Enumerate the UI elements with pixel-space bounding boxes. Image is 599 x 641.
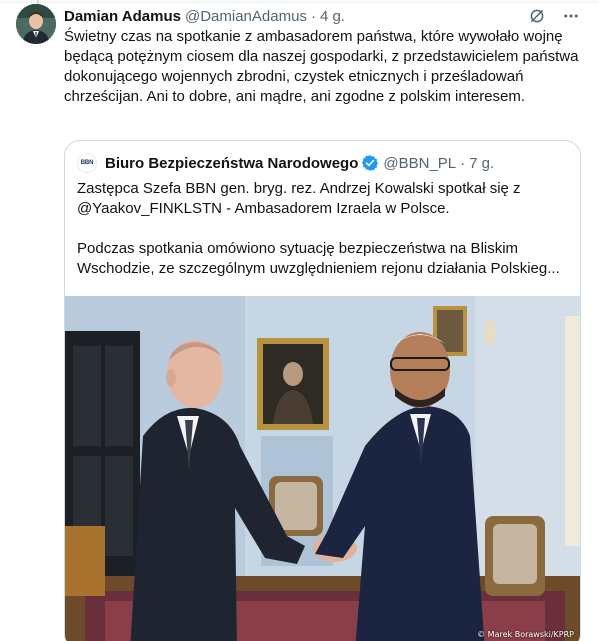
meeting-photo-illustration — [65, 296, 580, 641]
quote-author-handle[interactable]: @BBN_PL — [383, 155, 456, 172]
more-icon[interactable] — [561, 6, 581, 26]
tweet-timestamp[interactable]: 4 g. — [320, 8, 345, 25]
photo-credit: © Marek Borawski/KPRP — [477, 630, 574, 639]
author-name[interactable]: Damian Adamus — [64, 8, 181, 25]
quote-author-logo[interactable]: BBN — [77, 153, 97, 173]
avatar-image — [16, 4, 56, 44]
tweet-text: Świetny czas na spotkanie z ambasadorem … — [64, 28, 579, 105]
quote-author-name[interactable]: Biuro Bezpieczeństwa Narodowego — [105, 155, 358, 172]
quote-paragraph-2-line-1: Podczas spotkania omówiono sytuację bezp… — [77, 240, 519, 257]
quote-paragraph-2-line-2: Wschodzie, ze szczególnym uwzględnieniem… — [77, 260, 560, 277]
grok-icon[interactable] — [527, 6, 547, 26]
verified-badge-icon — [361, 154, 379, 172]
quote-paragraph-2: Podczas spotkania omówiono sytuację bezp… — [77, 239, 570, 279]
thread-connector — [0, 0, 599, 4]
avatar[interactable] — [16, 4, 56, 44]
quote-separator: · — [460, 154, 466, 172]
quote-paragraph-1: Zastępca Szefa BBN gen. bryg. rez. Andrz… — [77, 180, 521, 217]
header-separator: · — [310, 7, 316, 25]
quoted-tweet-card[interactable]: BBN Biuro Bezpieczeństwa Narodowego @BBN… — [64, 140, 581, 641]
quote-photo[interactable]: © Marek Borawski/KPRP — [65, 296, 580, 641]
author-handle[interactable]: @DamianAdamus — [185, 8, 307, 25]
quote-text: Zastępca Szefa BBN gen. bryg. rez. Andrz… — [77, 179, 570, 279]
tweet-header: Damian Adamus @DamianAdamus · 4 g. — [64, 6, 345, 26]
quote-timestamp[interactable]: 7 g. — [469, 155, 494, 172]
quote-header: BBN Biuro Bezpieczeństwa Narodowego @BBN… — [77, 153, 494, 173]
header-actions — [527, 6, 581, 26]
